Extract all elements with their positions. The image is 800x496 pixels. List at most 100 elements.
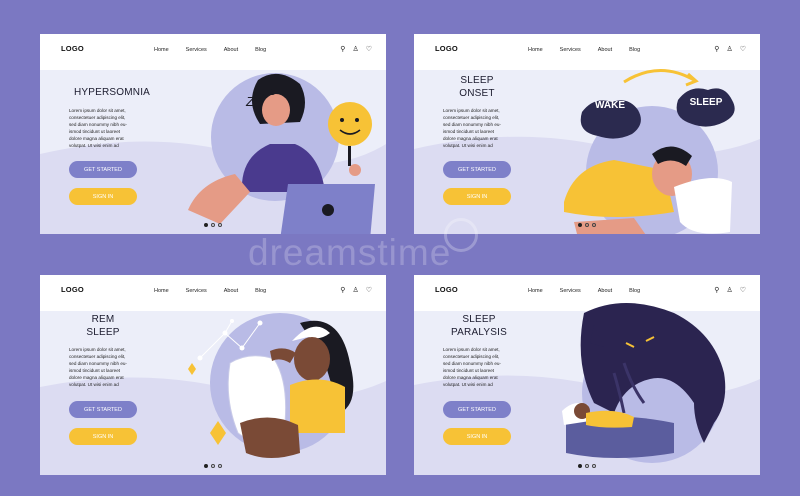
pagination-dot[interactable] bbox=[211, 464, 215, 468]
body-line: ismod tincidunt ut laoreet bbox=[69, 128, 121, 134]
sign-in-button[interactable]: SIGN IN bbox=[443, 428, 511, 445]
card-rem-sleep: LOGO Home Services About Blog ⚲ ♙ ♡ REM … bbox=[40, 275, 386, 475]
card-hypersomnia: LOGO Home Services About Blog ⚲ ♙ ♡ HYPE… bbox=[40, 34, 386, 234]
search-icon[interactable]: ⚲ bbox=[340, 46, 345, 53]
pagination-dots bbox=[204, 464, 222, 468]
body-line: dolore magna aliquam erat bbox=[443, 374, 498, 380]
pagination-dot[interactable] bbox=[585, 223, 589, 227]
nav-link-services[interactable]: Services bbox=[560, 47, 581, 53]
card-sleep-paralysis: LOGO Home Services About Blog ⚲ ♙ ♡ SLEE… bbox=[414, 275, 760, 475]
body-line: ismod tincidunt ut laoreet bbox=[443, 367, 495, 373]
nav-link-home[interactable]: Home bbox=[154, 288, 169, 294]
pagination-dot[interactable] bbox=[578, 464, 582, 468]
body-line: sed diam nonummy nibh eu- bbox=[69, 121, 127, 127]
rem-sleep-illustration bbox=[188, 313, 354, 458]
search-icon[interactable]: ⚲ bbox=[714, 287, 719, 294]
title-line: SLEEP bbox=[460, 75, 494, 86]
svg-text:Z: Z bbox=[245, 94, 255, 109]
body-line: consectetuer adipiscing elit, bbox=[69, 114, 126, 120]
pagination-dot[interactable] bbox=[204, 223, 208, 227]
body-line: volutpat. Ut wisi enim ad bbox=[69, 142, 119, 148]
body-line: Lorem ipsum dolor sit amet, bbox=[443, 108, 500, 113]
svg-text:Z: Z bbox=[258, 92, 266, 103]
body-line: consectetuer adipiscing elit, bbox=[443, 114, 500, 120]
nav-icons: ⚲ ♙ ♡ bbox=[714, 287, 746, 294]
nav-link-services[interactable]: Services bbox=[186, 47, 207, 53]
pagination-dot[interactable] bbox=[211, 223, 215, 227]
logo[interactable]: LOGO bbox=[61, 285, 84, 294]
sign-in-button[interactable]: SIGN IN bbox=[69, 188, 137, 205]
pagination-dot[interactable] bbox=[585, 464, 589, 468]
sleep-onset-illustration bbox=[564, 69, 735, 234]
title-line: REM bbox=[91, 314, 115, 325]
sign-in-button[interactable]: SIGN IN bbox=[69, 428, 137, 445]
body-line: dolore magna aliquam erat bbox=[69, 374, 124, 380]
title-line: SLEEP bbox=[462, 314, 496, 325]
heart-icon[interactable]: ♡ bbox=[366, 46, 372, 53]
pagination-dot[interactable] bbox=[218, 464, 222, 468]
page-title: REM SLEEP bbox=[62, 313, 144, 339]
user-icon[interactable]: ♙ bbox=[352, 46, 358, 53]
title-line: SLEEP bbox=[86, 327, 120, 338]
body-line: Lorem ipsum dolor sit amet, bbox=[69, 347, 126, 352]
title-line: ONSET bbox=[459, 88, 495, 99]
nav-icons: ⚲ ♙ ♡ bbox=[714, 46, 746, 53]
body-line: consectetuer adipiscing elit, bbox=[69, 353, 126, 359]
body-line: sed diam nonummy nibh eu- bbox=[69, 360, 127, 366]
body-line: dolore magna aliquam erat bbox=[69, 135, 124, 141]
title-line: PARALYSIS bbox=[451, 327, 507, 338]
user-icon[interactable]: ♙ bbox=[352, 287, 358, 294]
search-icon[interactable]: ⚲ bbox=[714, 46, 719, 53]
nav-link-blog[interactable]: Blog bbox=[629, 288, 640, 294]
nav-link-home[interactable]: Home bbox=[528, 288, 543, 294]
nav-link-blog[interactable]: Blog bbox=[629, 47, 640, 53]
body-line: Lorem ipsum dolor sit amet, bbox=[443, 347, 500, 352]
get-started-button[interactable]: GET STARTED bbox=[69, 401, 137, 418]
get-started-button[interactable]: GET STARTED bbox=[443, 401, 511, 418]
body-line: volutpat. Ut wisi enim ad bbox=[443, 381, 493, 387]
pagination-dot[interactable] bbox=[592, 223, 596, 227]
pagination-dot[interactable] bbox=[592, 464, 596, 468]
search-icon[interactable]: ⚲ bbox=[340, 287, 345, 294]
body-line: consectetuer adipiscing elit, bbox=[443, 353, 500, 359]
pagination-dots bbox=[578, 223, 596, 227]
sign-in-button[interactable]: SIGN IN bbox=[443, 188, 511, 205]
nav-links: Home Services About Blog bbox=[528, 47, 640, 53]
watermark-text: dreamstime bbox=[248, 232, 452, 273]
user-icon[interactable]: ♙ bbox=[726, 287, 732, 294]
user-icon[interactable]: ♙ bbox=[726, 46, 732, 53]
nav-link-home[interactable]: Home bbox=[528, 47, 543, 53]
pagination-dot[interactable] bbox=[578, 223, 582, 227]
nav-link-about[interactable]: About bbox=[224, 47, 238, 53]
pagination-dot[interactable] bbox=[218, 223, 222, 227]
body-line: ismod tincidunt ut laoreet bbox=[69, 367, 121, 373]
pagination-dot[interactable] bbox=[204, 464, 208, 468]
pagination-dots bbox=[578, 464, 596, 468]
nav-links: Home Services About Blog bbox=[528, 288, 640, 294]
body-line: dolore magna aliquam erat bbox=[443, 135, 498, 141]
get-started-button[interactable]: GET STARTED bbox=[443, 161, 511, 178]
nav-link-about[interactable]: About bbox=[598, 288, 612, 294]
nav-icons: ⚲ ♙ ♡ bbox=[340, 287, 372, 294]
nav-link-blog[interactable]: Blog bbox=[255, 47, 266, 53]
nav-link-about[interactable]: About bbox=[224, 288, 238, 294]
heart-icon[interactable]: ♡ bbox=[740, 46, 746, 53]
nav-link-home[interactable]: Home bbox=[154, 47, 169, 53]
nav-link-services[interactable]: Services bbox=[560, 288, 581, 294]
logo[interactable]: LOGO bbox=[435, 44, 458, 53]
logo[interactable]: LOGO bbox=[61, 44, 84, 53]
nav-link-services[interactable]: Services bbox=[186, 288, 207, 294]
body-line: volutpat. Ut wisi enim ad bbox=[69, 381, 119, 387]
nav-links: Home Services About Blog bbox=[154, 288, 266, 294]
nav-link-about[interactable]: About bbox=[598, 47, 612, 53]
logo[interactable]: LOGO bbox=[435, 285, 458, 294]
get-started-button[interactable]: GET STARTED bbox=[69, 161, 137, 178]
body-line: volutpat. Ut wisi enim ad bbox=[443, 142, 493, 148]
heart-icon[interactable]: ♡ bbox=[740, 287, 746, 294]
page-title: SLEEP PARALYSIS bbox=[432, 313, 526, 339]
nav-link-blog[interactable]: Blog bbox=[255, 288, 266, 294]
nav-icons: ⚲ ♙ ♡ bbox=[340, 46, 372, 53]
body-line: ismod tincidunt ut laoreet bbox=[443, 128, 495, 134]
heart-icon[interactable]: ♡ bbox=[366, 287, 372, 294]
title-line: HYPERSOMNIA bbox=[73, 87, 151, 98]
